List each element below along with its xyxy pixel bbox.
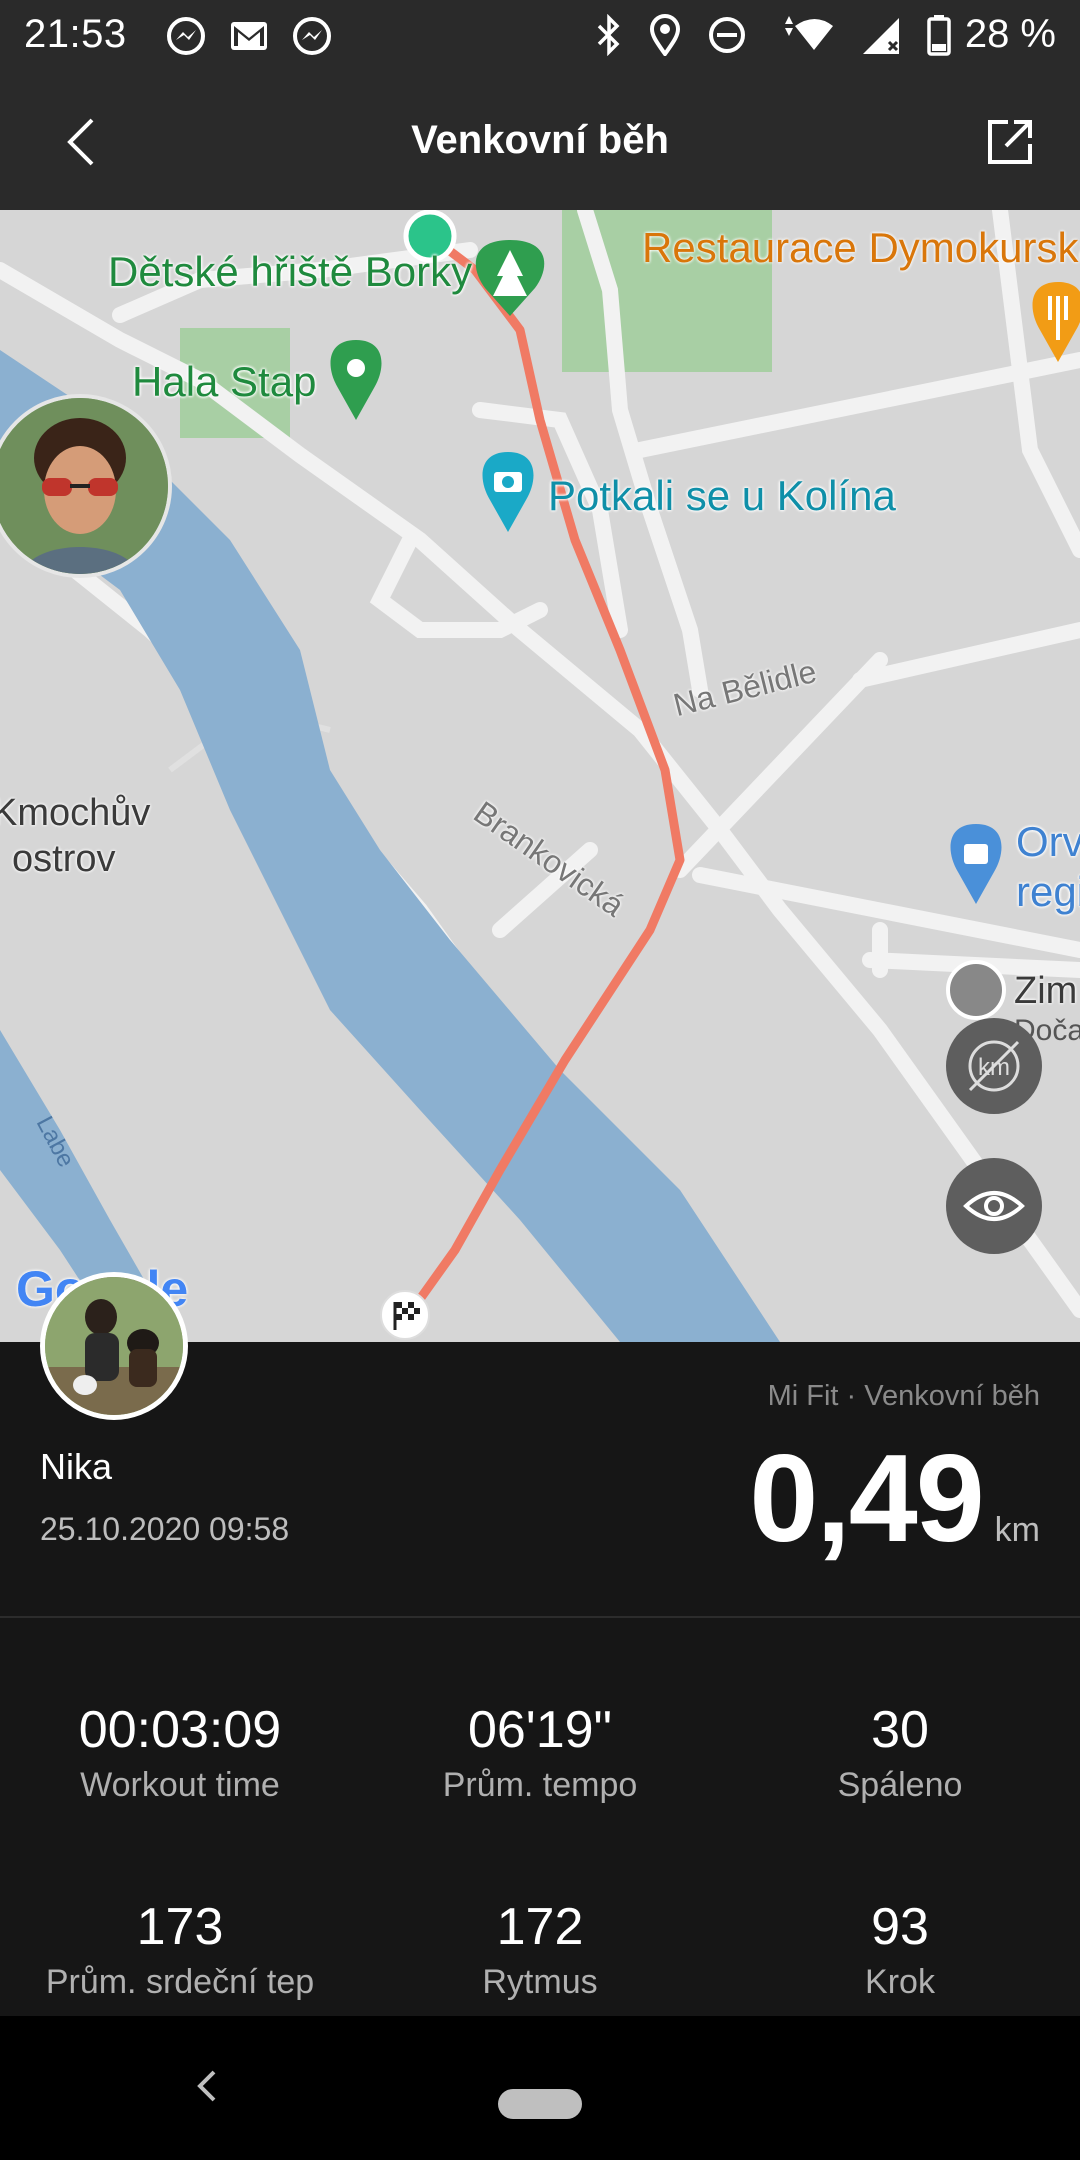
share-icon[interactable]: [982, 114, 1038, 170]
dnd-icon: [708, 16, 745, 53]
stat-value: 30: [871, 1701, 929, 1759]
stat-label: Rytmus: [482, 1963, 598, 2001]
stat-cadence: 172 Rytmus: [360, 1897, 720, 2002]
divider: [0, 1616, 1080, 1618]
hide-km-button[interactable]: km: [946, 1018, 1042, 1114]
route-map[interactable]: Dětské hřiště Borky Hala Stap Restaurace…: [0, 210, 1080, 1342]
signal-icon: [862, 17, 899, 54]
wifi-icon: [784, 15, 833, 50]
island-label-2: ostrov: [12, 838, 116, 880]
user-name: Nika: [40, 1446, 113, 1487]
km-off-icon: km: [968, 1040, 1020, 1092]
island-label-1: Kmochův: [0, 792, 151, 834]
stat-stride: 93 Krok: [720, 1897, 1080, 2002]
nav-home-pill[interactable]: [498, 2089, 582, 2119]
stat-label: Prům. srdeční tep: [45, 1963, 315, 2001]
stat-workout-time: 00:03:09 Workout time: [0, 1700, 360, 1805]
stat-label: Workout time: [80, 1766, 280, 1804]
route-finish-marker: [380, 1290, 430, 1340]
stat-calories: 30 Spáleno: [720, 1700, 1080, 1805]
stat-value: 173: [136, 1898, 224, 1956]
stat-value: 06'19": [467, 1701, 613, 1759]
stat-avg-pace: 06'19" Prům. tempo: [360, 1700, 720, 1805]
bluetooth-icon: [597, 13, 620, 56]
visibility-button[interactable]: [946, 1158, 1042, 1254]
page-title: Venkovní běh: [411, 118, 669, 162]
distance-unit: km: [994, 1511, 1040, 1549]
data-source: Mi Fit · Venkovní běh: [767, 1380, 1040, 1412]
stat-label: Prům. tempo: [442, 1766, 638, 1804]
stat-value: 93: [871, 1898, 929, 1956]
status-bar: 21:53 28 %: [0, 0, 1080, 72]
poi-photo-label[interactable]: Potkali se u Kolína: [548, 472, 896, 520]
stat-label: Krok: [865, 1963, 935, 2001]
eye-icon: [963, 1191, 1025, 1221]
workout-datetime: 25.10.2020 09:58: [40, 1511, 290, 1547]
nav-back-icon[interactable]: [192, 2066, 222, 2106]
location-icon: [649, 13, 680, 56]
poi-restaurant-label[interactable]: Restaurace Dymokurska: [642, 224, 1080, 272]
system-nav-bar: [0, 2016, 1080, 2160]
battery-percent: 28 %: [964, 12, 1056, 56]
messenger-icon: [293, 17, 331, 55]
stat-value: 172: [496, 1898, 584, 1956]
stat-label: Spáleno: [837, 1766, 963, 1804]
stat-value: 00:03:09: [78, 1701, 282, 1759]
poi-hall-label[interactable]: Hala Stap: [132, 358, 316, 406]
gmail-icon: [231, 22, 267, 50]
distance: 0,49 km: [749, 1428, 1040, 1570]
status-time: 21:53: [24, 12, 127, 56]
poi-zim-label[interactable]: Zim: [1014, 968, 1077, 1014]
messenger-icon: [167, 17, 205, 55]
poi-playground-label[interactable]: Dětské hřiště Borky: [108, 248, 472, 296]
user-avatar[interactable]: [40, 1272, 188, 1420]
app-bar: Venkovní běh: [0, 72, 1080, 210]
battery-icon: [927, 14, 951, 56]
stat-avg-heart-rate: 173 Prům. srdeční tep: [0, 1897, 360, 2002]
poi-shop-label-1[interactable]: Orv: [1016, 818, 1080, 866]
distance-value: 0,49: [749, 1430, 984, 1568]
poi-shop-label-2[interactable]: regi: [1016, 868, 1080, 916]
